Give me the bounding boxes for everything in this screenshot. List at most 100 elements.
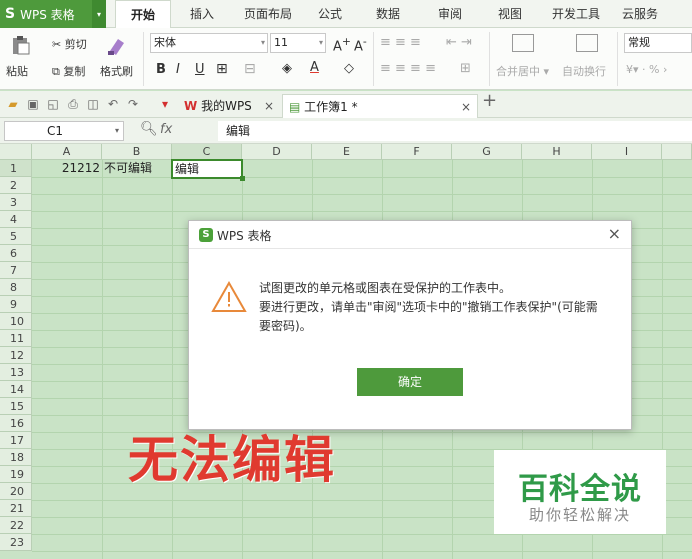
row-header[interactable]: 6 [0, 245, 32, 262]
row-header[interactable]: 14 [0, 381, 32, 398]
font-size-select[interactable]: 11 ▾ [270, 33, 326, 53]
row-header[interactable]: 12 [0, 347, 32, 364]
row-header[interactable]: 18 [0, 449, 32, 466]
italic-button[interactable]: I [176, 62, 180, 77]
tab-formula[interactable]: 公式 [310, 0, 350, 28]
row-header[interactable]: 5 [0, 228, 32, 245]
row-header[interactable]: 4 [0, 211, 32, 228]
merge-center-icon[interactable] [512, 34, 534, 52]
align-top-button[interactable]: ≡ ≡ ≡ [380, 35, 421, 50]
paste-button[interactable]: 粘贴 [6, 63, 28, 79]
save-icon[interactable]: ▣ [26, 97, 40, 111]
cell-b1[interactable]: 不可编辑 [104, 160, 172, 177]
format-painter-button[interactable]: 格式刷 [100, 63, 133, 79]
column-header-i[interactable]: I [592, 144, 662, 160]
fill-color-button[interactable]: ◈ [282, 61, 292, 76]
export-pdf-icon[interactable]: ◱ [46, 97, 60, 111]
tab-developer[interactable]: 开发工具 [546, 0, 606, 28]
increase-font-button[interactable]: A+ [333, 35, 351, 54]
tab-home[interactable]: 开始 [115, 0, 171, 29]
copy-button[interactable]: ⧉ 复制 [52, 63, 85, 79]
column-header-d[interactable]: D [242, 144, 312, 160]
open-folder-icon[interactable]: ▰ [6, 97, 20, 111]
cell-c1-selected[interactable]: 编辑 [171, 159, 245, 181]
tab-data[interactable]: 数据 [368, 0, 408, 28]
column-header-more[interactable] [662, 144, 692, 160]
row-header[interactable]: 2 [0, 177, 32, 194]
distribute-button[interactable]: ⊞ [460, 61, 471, 76]
tab-insert[interactable]: 插入 [180, 0, 224, 28]
tab-my-wps[interactable]: W 我的WPS × [178, 94, 282, 118]
number-format-buttons[interactable]: ¥▾ · % › [626, 63, 667, 76]
format-painter-icon[interactable] [104, 33, 128, 57]
borders-button[interactable]: ⊞ [216, 61, 228, 77]
close-icon[interactable]: × [461, 95, 471, 119]
row-header[interactable]: 13 [0, 364, 32, 381]
underline-button[interactable]: U [195, 62, 205, 77]
align-horizontal-buttons[interactable]: ≡ ≡ ≡ ≡ [380, 61, 436, 76]
tab-view[interactable]: 视图 [490, 0, 530, 28]
font-name-select[interactable]: 宋体 ▾ [150, 33, 268, 53]
column-header-e[interactable]: E [312, 144, 382, 160]
row-header[interactable]: 22 [0, 517, 32, 534]
app-menu-button[interactable]: S WPS 表格 [0, 0, 92, 28]
number-format-select[interactable]: 常规 [624, 33, 692, 53]
new-tab-icon[interactable]: + [482, 92, 497, 110]
wps-logo-icon: S [5, 6, 16, 22]
column-header-h[interactable]: H [522, 144, 592, 160]
chevron-down-icon: ▾ [318, 38, 323, 47]
tab-page-layout[interactable]: 页面布局 [238, 0, 298, 28]
row-header[interactable]: 1 [0, 160, 32, 177]
cut-button[interactable]: ✂ 剪切 [52, 36, 87, 52]
ok-button[interactable]: 确定 [357, 368, 463, 396]
row-header[interactable]: 10 [0, 313, 32, 330]
decrease-font-button[interactable]: A- [354, 35, 367, 54]
column-header-b[interactable]: B [102, 144, 172, 160]
row-header[interactable]: 17 [0, 432, 32, 449]
wrap-text-button[interactable]: 自动换行 [562, 63, 606, 79]
clear-format-button[interactable]: ◇ [344, 61, 354, 76]
column-header-f[interactable]: F [382, 144, 452, 160]
undo-icon[interactable]: ↶ [106, 97, 120, 111]
row-header[interactable]: 9 [0, 296, 32, 313]
name-box[interactable]: C1 ▾ [4, 121, 124, 141]
row-header[interactable]: 7 [0, 262, 32, 279]
row-header[interactable]: 15 [0, 398, 32, 415]
tab-workbook1[interactable]: ▤ 工作簿1 * × [282, 94, 478, 118]
cell-a1[interactable]: 21212 [32, 160, 100, 177]
row-header[interactable]: 11 [0, 330, 32, 347]
row-header[interactable]: 16 [0, 415, 32, 432]
fx-icon[interactable]: fx [160, 122, 172, 137]
app-menu-arrow-icon[interactable]: ▾ [92, 0, 106, 28]
merge-border-button[interactable]: ⊟ [244, 61, 256, 77]
bold-button[interactable]: B [156, 62, 166, 77]
column-header-a[interactable]: A [32, 144, 102, 160]
formula-input[interactable]: 编辑 [218, 121, 692, 141]
zoom-search-icon[interactable]: 🔍︎ [140, 121, 158, 137]
row-header[interactable]: 19 [0, 466, 32, 483]
row-header[interactable]: 20 [0, 483, 32, 500]
row-header[interactable]: 3 [0, 194, 32, 211]
wps-w-icon: W [184, 99, 198, 113]
close-icon[interactable]: × [608, 224, 621, 243]
row-header[interactable]: 8 [0, 279, 32, 296]
row-header[interactable]: 21 [0, 500, 32, 517]
print-icon[interactable]: ⎙ [66, 97, 80, 111]
tab-review[interactable]: 审阅 [430, 0, 470, 28]
redo-icon[interactable]: ↷ [126, 97, 140, 111]
close-icon[interactable]: × [264, 94, 274, 118]
merge-center-button[interactable]: 合并居中 ▾ [496, 63, 549, 79]
copy-label: 复制 [63, 65, 86, 78]
wrap-text-icon[interactable] [576, 34, 598, 52]
select-all-corner[interactable] [0, 144, 32, 160]
column-header-g[interactable]: G [452, 144, 522, 160]
paste-icon[interactable] [10, 34, 32, 56]
print-preview-icon[interactable]: ◫ [86, 97, 100, 111]
tab-cloud[interactable]: 云服务 [616, 0, 664, 28]
row-header[interactable]: 23 [0, 534, 32, 551]
column-header-c[interactable]: C [172, 144, 242, 160]
font-color-button[interactable]: A [310, 60, 319, 75]
fill-handle[interactable] [240, 176, 245, 181]
customize-toolbar-icon[interactable]: ▾ [158, 97, 172, 111]
indent-buttons[interactable]: ⇤ ⇥ [446, 35, 472, 50]
